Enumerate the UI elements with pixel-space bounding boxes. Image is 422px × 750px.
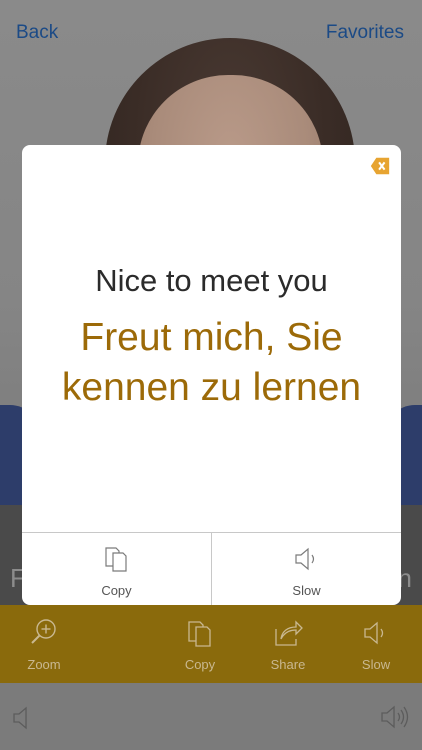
modal-actions: Copy Slow xyxy=(22,532,401,605)
slow-toolbar-button[interactable]: Slow xyxy=(336,605,416,683)
zoom-button[interactable]: Zoom xyxy=(4,605,84,683)
copy-label: Copy xyxy=(101,583,132,598)
copy-icon xyxy=(186,617,214,649)
share-label: Share xyxy=(270,657,306,672)
slow-button[interactable]: Slow xyxy=(211,533,401,605)
bottom-audio-bar xyxy=(0,683,422,750)
speaker-icon xyxy=(293,545,321,573)
close-button[interactable] xyxy=(369,155,391,177)
share-button[interactable]: Share xyxy=(248,605,328,683)
back-button[interactable]: Back xyxy=(16,22,58,44)
copy-button[interactable]: Copy xyxy=(22,533,211,605)
bottom-toolbar: Zoom Copy Share Slow xyxy=(0,605,422,683)
speaker-icon xyxy=(361,617,391,649)
speaker-icon[interactable] xyxy=(12,705,32,736)
english-phrase: Nice to meet you xyxy=(95,263,328,298)
zoom-icon xyxy=(29,617,59,649)
zoom-label: Zoom xyxy=(27,657,61,672)
slow-label: Slow xyxy=(292,583,321,598)
copy-toolbar-button[interactable]: Copy xyxy=(160,605,240,683)
german-phrase: Freut mich, Sie kennen zu lernen xyxy=(22,313,401,413)
slow-label: Slow xyxy=(361,657,391,672)
favorites-button[interactable]: Favorites xyxy=(326,22,404,44)
share-icon xyxy=(272,617,304,649)
phrase-modal: Nice to meet you Freut mich, Sie kennen … xyxy=(22,145,401,605)
german-phrase-line-1: Freut mich, Sie xyxy=(80,316,343,359)
speaker-loud-icon[interactable] xyxy=(380,703,410,736)
copy-icon xyxy=(104,545,130,573)
close-icon xyxy=(370,157,390,175)
copy-label: Copy xyxy=(184,657,216,672)
german-phrase-line-2: kennen zu lernen xyxy=(61,366,362,409)
